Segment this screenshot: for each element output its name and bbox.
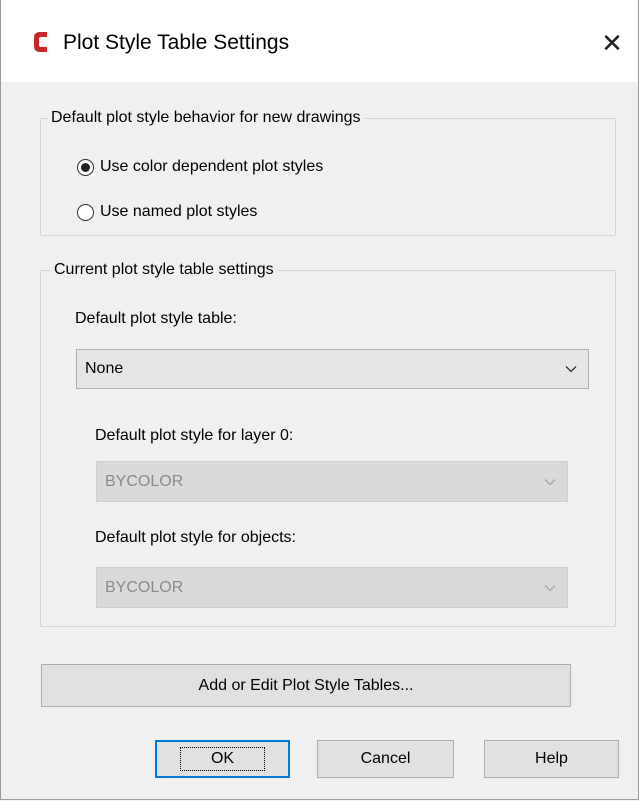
- default-table-value: None: [85, 360, 124, 377]
- radio-color-dependent[interactable]: Use color dependent plot styles: [77, 156, 323, 178]
- close-button[interactable]: ✕: [595, 26, 629, 60]
- title-bar: Plot Style Table Settings ✕: [1, 0, 638, 82]
- layer0-label: Default plot style for layer 0:: [95, 427, 294, 444]
- add-edit-plot-style-tables-button[interactable]: Add or Edit Plot Style Tables...: [41, 664, 571, 707]
- chevron-down-icon: [544, 584, 556, 591]
- cancel-button[interactable]: Cancel: [317, 740, 454, 778]
- layer0-value: BYCOLOR: [105, 472, 184, 490]
- behavior-group-legend: Default plot style behavior for new draw…: [48, 107, 364, 129]
- close-icon: ✕: [601, 28, 623, 58]
- chevron-down-icon: [544, 478, 556, 485]
- default-table-select[interactable]: None: [76, 349, 589, 389]
- table-settings-group-legend: Current plot style table settings: [51, 259, 277, 281]
- objects-value: BYCOLOR: [105, 578, 184, 596]
- radio-named-styles[interactable]: Use named plot styles: [77, 201, 257, 223]
- ok-button-label: OK: [179, 747, 266, 771]
- chevron-down-icon: [565, 366, 577, 373]
- radio-named-styles-label: Use named plot styles: [100, 203, 258, 220]
- objects-select: BYCOLOR: [96, 567, 568, 608]
- table-settings-group: Current plot style table settings Defaul…: [40, 259, 616, 627]
- objects-label: Default plot style for objects:: [95, 529, 296, 546]
- behavior-group: Default plot style behavior for new draw…: [40, 107, 616, 236]
- dialog-title: Plot Style Table Settings: [63, 31, 290, 54]
- ok-button[interactable]: OK: [155, 740, 290, 778]
- radio-unselected-icon: [77, 203, 94, 221]
- radio-color-dependent-label: Use color dependent plot styles: [100, 158, 324, 175]
- help-button[interactable]: Help: [484, 740, 619, 778]
- plot-style-table-settings-dialog: Plot Style Table Settings ✕ Default plot…: [0, 0, 639, 800]
- radio-selected-icon: [77, 158, 94, 176]
- autocad-logo-icon: [34, 32, 47, 52]
- default-table-label: Default plot style table:: [75, 310, 237, 327]
- layer0-select: BYCOLOR: [96, 461, 568, 502]
